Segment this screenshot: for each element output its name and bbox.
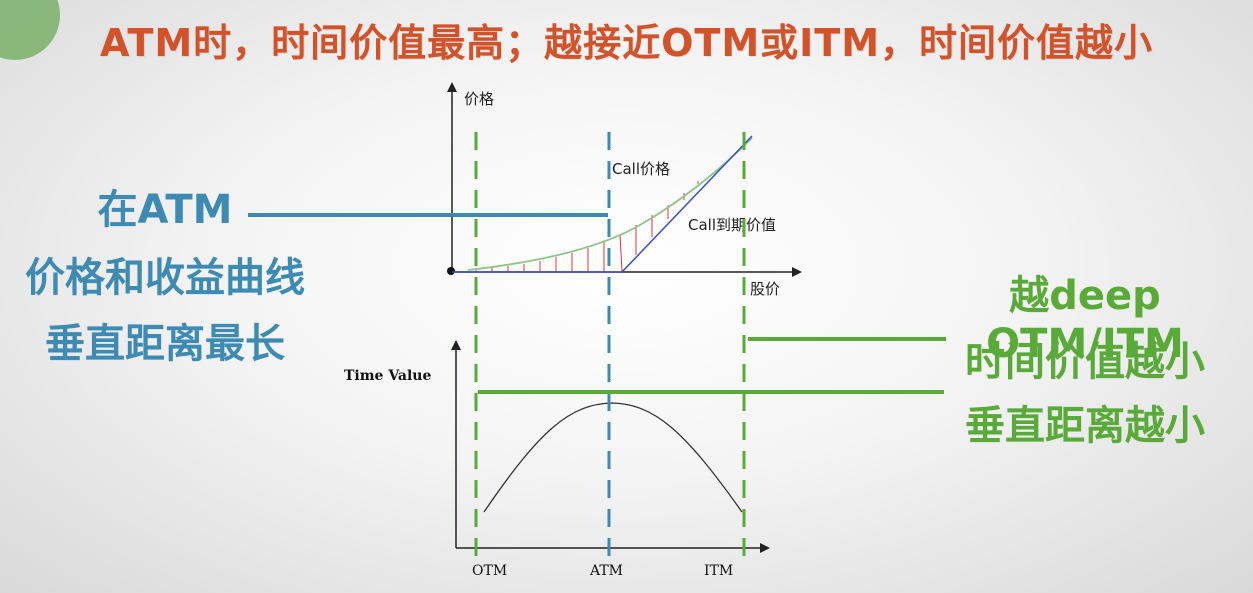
top-x-axis-label: 股价 [750,280,780,298]
call-price-label: Call价格 [612,160,670,178]
call-payoff-line [452,135,753,273]
top-y-axis-label: 价格 [464,90,494,108]
x-tick-itm: ITM [704,563,733,579]
origin-dot [447,267,455,275]
time-value-curve [483,402,743,513]
option-diagram: 价格 股价 Call价格 Call到期价值 Time Value OTM ATM… [248,82,946,579]
bottom-y-axis-label: Time Value [344,368,431,384]
x-tick-otm: OTM [472,563,507,579]
call-expiry-label: Call到期价值 [688,216,776,234]
x-tick-atm: ATM [589,563,623,579]
time-value-hatch [475,181,699,272]
